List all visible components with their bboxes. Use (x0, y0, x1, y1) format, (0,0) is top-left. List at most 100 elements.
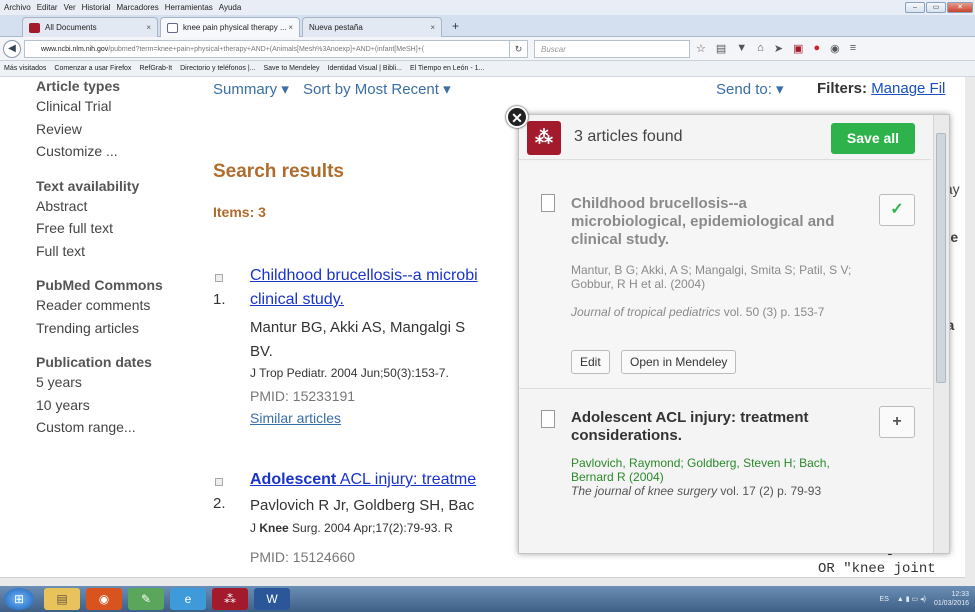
article-card-2: Adolescent ACL injury: treatment conside… (519, 390, 931, 553)
adblock-icon[interactable]: ● (813, 42, 820, 55)
search-input[interactable]: Buscar (534, 40, 690, 58)
bookmark-item[interactable]: Directorio y teléfonos |... (180, 65, 255, 72)
add-article-icon[interactable]: + (879, 406, 915, 438)
close-tab-icon[interactable]: × (288, 23, 293, 32)
send-icon[interactable]: ➤ (774, 42, 783, 55)
query-peek: OR "knee joint (818, 561, 936, 577)
document-icon (541, 410, 555, 428)
close-panel-icon[interactable]: ✕ (506, 106, 528, 128)
edit-button[interactable]: Edit (571, 350, 610, 374)
bookmark-star-icon[interactable]: ☆ (696, 42, 706, 55)
reload-button[interactable]: ↻ (510, 40, 528, 58)
text-availability-heading: Text availability (36, 177, 140, 194)
filter-abstract[interactable]: Abstract (36, 195, 206, 218)
back-button[interactable]: ◀ (3, 40, 21, 58)
vertical-scrollbar[interactable] (965, 77, 975, 586)
mendeley-import-panel: ⁂ 3 articles found Save all Childhood br… (518, 114, 950, 554)
pocket-icon[interactable]: ▼ (736, 42, 747, 55)
result-title-link[interactable]: Childhood brucellosis--a microbi (250, 267, 478, 285)
summary-dropdown[interactable]: Summary ▾ (213, 81, 289, 98)
article-types-heading: Article types (36, 78, 121, 94)
close-tab-icon[interactable]: × (430, 23, 435, 32)
hamburger-menu-icon[interactable]: ≡ (850, 42, 856, 55)
clock[interactable]: 12:33 01/03/2016 (934, 590, 969, 608)
filter-10-years[interactable]: 10 years (36, 394, 206, 417)
result-checkbox[interactable] (215, 478, 223, 486)
sort-dropdown[interactable]: Sort by Most Recent ▾ (303, 81, 451, 98)
article-card-1: Childhood brucellosis--a microbiological… (519, 162, 931, 389)
publication-dates-heading: Publication dates (36, 354, 152, 370)
filter-trending-articles[interactable]: Trending articles (36, 317, 206, 340)
tab-label: Nueva pestaña (309, 23, 363, 32)
navigation-bar: ◀ www.ncbi.nlm.nih.gov/pubmed?term=knee+… (0, 37, 975, 61)
menu-ayuda[interactable]: Ayuda (219, 3, 242, 12)
url-bar[interactable]: www.ncbi.nlm.nih.gov/pubmed?term=knee+pa… (24, 40, 510, 58)
mendeley-toolbar-icon[interactable]: ▣ (793, 42, 803, 55)
send-to-dropdown[interactable]: Send to: ▾ (716, 80, 784, 98)
result-title-link-cont[interactable]: clinical study. (250, 291, 344, 309)
articles-found-text: 3 articles found (574, 128, 683, 145)
home-icon[interactable]: ⌂ (757, 42, 764, 55)
window-controls: – ▭ ✕ (905, 2, 973, 13)
reading-list-icon[interactable]: ▤ (716, 42, 726, 55)
journal-details: vol. 50 (3) p. 153-7 (720, 305, 825, 319)
file-explorer-icon[interactable]: ▤ (44, 588, 80, 610)
loading-icon (167, 22, 178, 33)
firefox-icon[interactable]: ◉ (86, 588, 122, 610)
horizontal-scrollbar[interactable] (0, 577, 965, 586)
result-title-link[interactable]: Adolescent ACL injury: treatme (250, 471, 476, 489)
title-rest: ACL injury: treatme (336, 471, 477, 488)
bookmark-item[interactable]: Comenzar a usar Firefox (54, 65, 131, 72)
tab-strip: All Documents × knee pain physical thera… (0, 15, 975, 37)
mendeley-taskbar-icon[interactable]: ⁂ (212, 588, 248, 610)
card-journal: The journal of knee surgery vol. 17 (2) … (571, 484, 861, 498)
minimize-button[interactable]: – (905, 2, 925, 13)
menu-herramientas[interactable]: Herramientas (165, 3, 213, 12)
filter-reader-comments[interactable]: Reader comments (36, 294, 206, 317)
word-icon[interactable]: W (254, 588, 290, 610)
filter-customize[interactable]: Customize ... (36, 140, 206, 163)
tab-pubmed[interactable]: knee pain physical therapy ... × (160, 17, 300, 37)
start-button-icon[interactable]: ⊞ (4, 588, 34, 610)
result-checkbox[interactable] (215, 274, 223, 282)
filter-5-years[interactable]: 5 years (36, 371, 206, 394)
chat-icon[interactable]: ◉ (830, 42, 840, 55)
maximize-button[interactable]: ▭ (926, 2, 946, 13)
filter-review[interactable]: Review (36, 118, 206, 141)
internet-explorer-icon[interactable]: e (170, 588, 206, 610)
document-icon (541, 194, 555, 212)
card-authors: Mantur, B G; Akki, A S; Mangalgi, Smita … (571, 263, 852, 291)
bookmark-item[interactable]: Save to Mendeley (263, 65, 319, 72)
result-journal: J Trop Pediatr. 2004 Jun;50(3):153-7. (250, 366, 449, 380)
bookmark-item[interactable]: El Tiempo en León - 1... (410, 65, 484, 72)
bookmark-item[interactable]: Más visitados (4, 65, 46, 72)
bookmarks-bar: Más visitados Comenzar a usar Firefox Re… (0, 61, 975, 77)
bookmark-item[interactable]: Identidad Visual | Bibli... (328, 65, 402, 72)
language-indicator[interactable]: ES (880, 595, 889, 604)
menu-editar[interactable]: Editar (37, 3, 58, 12)
save-all-button[interactable]: Save all (831, 123, 915, 154)
panel-scrollbar-thumb[interactable] (936, 133, 946, 383)
new-tab-button[interactable]: + (452, 19, 459, 33)
tab-nueva-pestana[interactable]: Nueva pestaña × (302, 17, 442, 37)
menu-marcadores[interactable]: Marcadores (117, 3, 159, 12)
tab-all-documents[interactable]: All Documents × (22, 17, 158, 37)
app-icon[interactable]: ✎ (128, 588, 164, 610)
mendeley-favicon-icon (29, 22, 40, 33)
filter-full-text[interactable]: Full text (36, 240, 206, 263)
close-window-button[interactable]: ✕ (947, 2, 973, 13)
menu-historial[interactable]: Historial (82, 3, 111, 12)
menu-ver[interactable]: Ver (64, 3, 76, 12)
panel-header: ⁂ 3 articles found Save all (519, 115, 931, 160)
bookmark-item[interactable]: RefGrab-It (139, 65, 172, 72)
filter-clinical-trial[interactable]: Clinical Trial (36, 95, 206, 118)
filter-custom-range[interactable]: Custom range... (36, 416, 206, 439)
saved-check-icon[interactable]: ✓ (879, 194, 915, 226)
close-tab-icon[interactable]: × (146, 23, 151, 32)
filter-free-full-text[interactable]: Free full text (36, 217, 206, 240)
menu-archivo[interactable]: Archivo (4, 3, 31, 12)
pubmed-commons-heading: PubMed Commons (36, 277, 163, 293)
panel-scrollbar[interactable] (933, 115, 949, 553)
open-in-mendeley-button[interactable]: Open in Mendeley (621, 350, 737, 374)
similar-articles-link[interactable]: Similar articles (250, 410, 341, 426)
